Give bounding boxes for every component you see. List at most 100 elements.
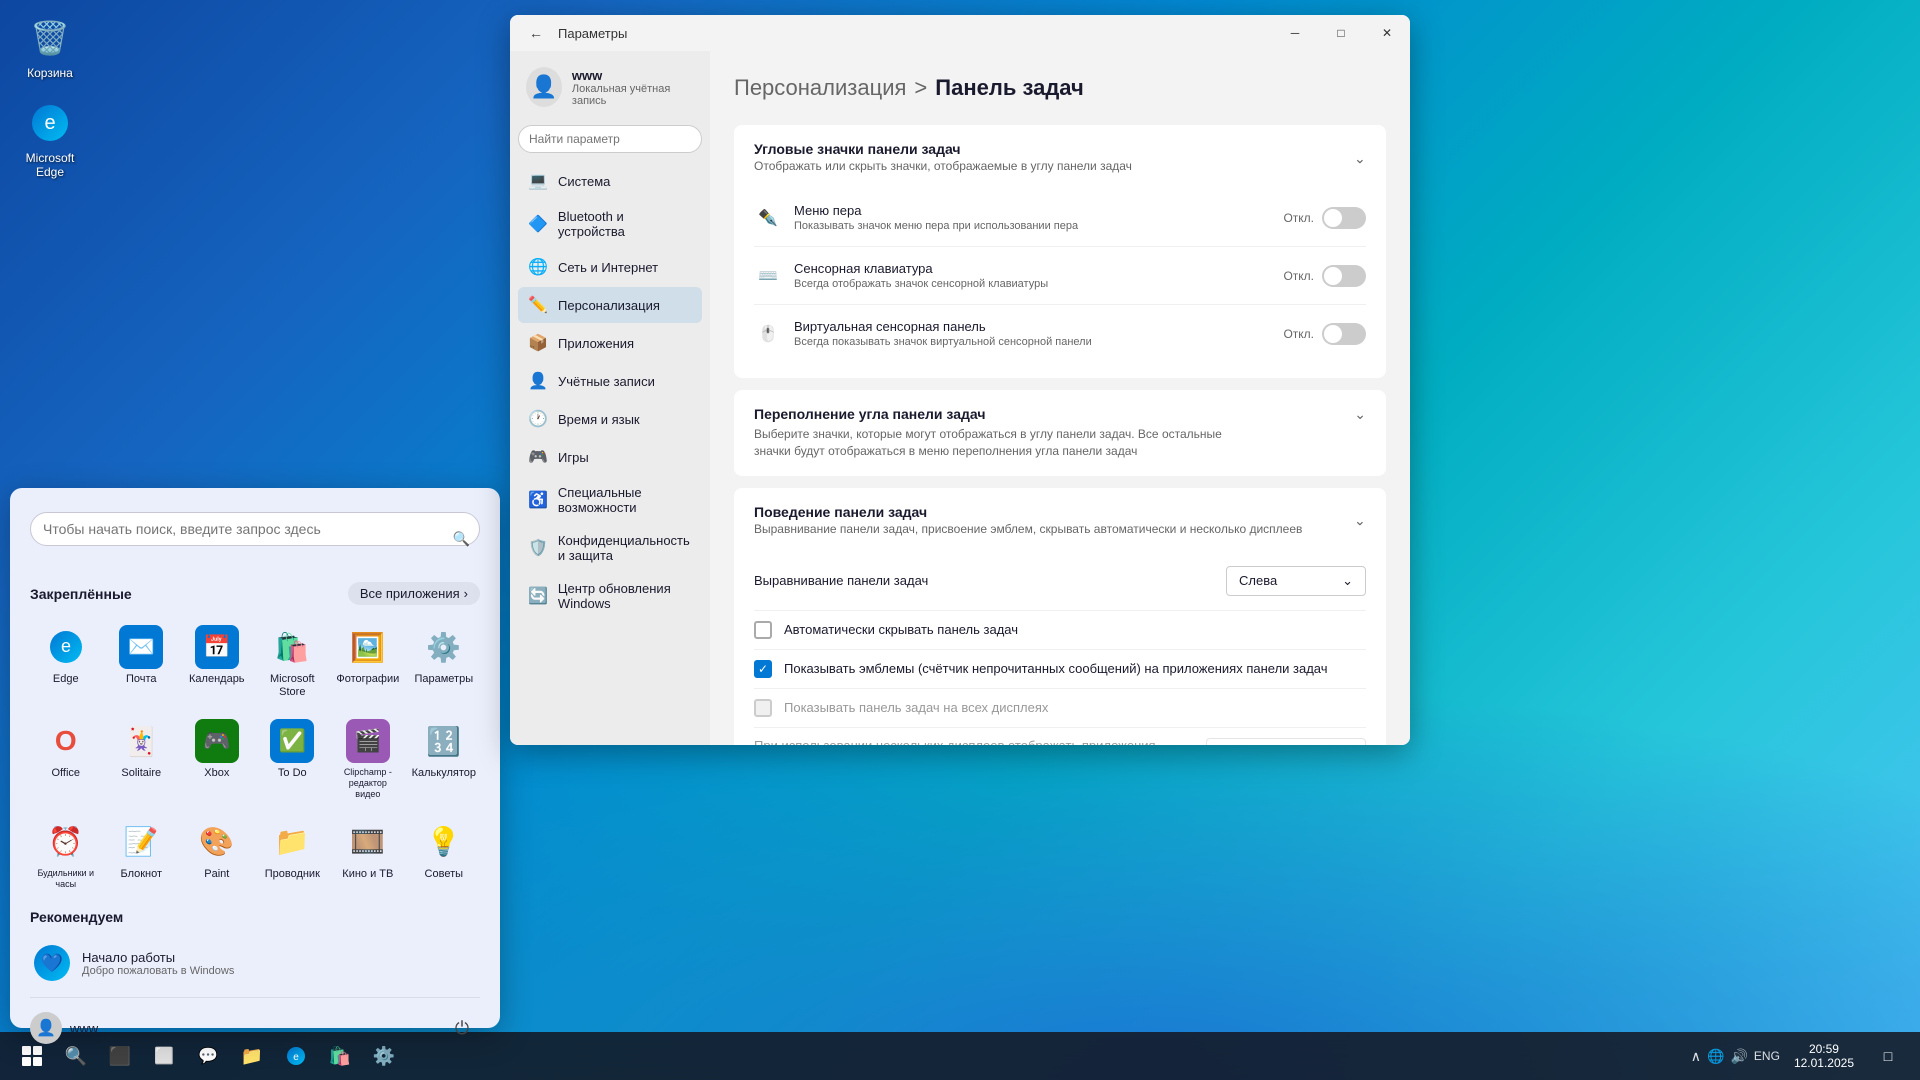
all-apps-button[interactable]: Все приложения › <box>348 582 480 605</box>
overflow-subtitle: Выберите значки, которые могут отображат… <box>754 426 1254 460</box>
maximize-button[interactable]: □ <box>1318 15 1364 51</box>
breadcrumb-current: Панель задач <box>935 75 1084 101</box>
desktop-icon-recycle[interactable]: 🗑️ Корзина <box>10 10 90 84</box>
notification-button[interactable]: □ <box>1868 1036 1908 1076</box>
app-item-calendar[interactable]: 📅 Календарь <box>181 617 253 707</box>
auto-hide-label: Автоматически скрывать панель задач <box>784 622 1366 637</box>
sidebar-user-role: Локальная учётная запись <box>572 83 694 107</box>
app-item-calc[interactable]: 🔢 Калькулятор <box>408 711 480 807</box>
sidebar-search-input[interactable] <box>518 125 702 153</box>
taskbar-clock[interactable]: 20:59 12.01.2025 <box>1788 1040 1860 1072</box>
nav-item-apps[interactable]: 📦 Приложения <box>518 325 702 361</box>
corner-icons-section: Угловые значки панели задач Отображать и… <box>734 125 1386 378</box>
setting-row-keyboard: ⌨️ Сенсорная клавиатура Всегда отображат… <box>754 247 1366 305</box>
app-name-edge: Edge <box>53 673 79 686</box>
app-item-explorer[interactable]: 📁 Проводник <box>257 812 329 898</box>
nav-item-privacy[interactable]: 🛡️ Конфиденциальность и защита <box>518 525 702 571</box>
touchpad-toggle[interactable] <box>1322 323 1366 345</box>
all-apps-label: Все приложения <box>360 586 460 601</box>
nav-item-accessibility[interactable]: ♿ Специальные возможности <box>518 477 702 523</box>
tray-network-icon[interactable]: 🌐 <box>1707 1048 1724 1065</box>
app-item-clock[interactable]: ⏰ Будильники и часы <box>30 812 102 898</box>
touchpad-sublabel: Всегда показывать значок виртуальной сен… <box>794 336 1283 348</box>
app-icon-store: 🛍️ <box>270 625 314 669</box>
app-item-store[interactable]: 🛍️ Microsoft Store <box>257 617 329 707</box>
nav-item-network[interactable]: 🌐 Сеть и Интернет <box>518 249 702 285</box>
touchpad-label: Виртуальная сенсорная панель <box>794 319 1283 334</box>
nav-item-time[interactable]: 🕐 Время и язык <box>518 401 702 437</box>
alignment-dropdown[interactable]: Слева ⌄ <box>1226 566 1366 596</box>
app-item-photos[interactable]: 🖼️ Фотографии <box>332 617 404 707</box>
alignment-value: Слева <box>1239 573 1277 588</box>
app-item-edge[interactable]: e Edge <box>30 617 102 707</box>
app-name-xbox: Xbox <box>204 767 229 780</box>
pen-sublabel: Показывать значок меню пера при использо… <box>794 220 1283 232</box>
nav-item-updates[interactable]: 🔄 Центр обновления Windows <box>518 573 702 619</box>
nav-item-personalization[interactable]: ✏️ Персонализация <box>518 287 702 323</box>
search-icon-sm: 🔍 <box>453 531 470 548</box>
minimize-button[interactable]: ─ <box>1272 15 1318 51</box>
user-profile[interactable]: 👤 www Локальная учётная запись <box>518 59 702 115</box>
close-button[interactable]: ✕ <box>1364 15 1410 51</box>
app-item-tips[interactable]: 💡 Советы <box>408 812 480 898</box>
privacy-icon: 🛡️ <box>528 538 548 558</box>
corner-icons-header[interactable]: Угловые значки панели задач Отображать и… <box>734 125 1386 189</box>
personalization-icon: ✏️ <box>528 295 548 315</box>
all-displays-row: Показывать панель задач на всех дисплеях <box>754 689 1366 728</box>
behavior-info: Поведение панели задач Выравнивание пане… <box>754 504 1302 536</box>
back-button[interactable]: ← <box>522 19 550 47</box>
pen-info: Меню пера Показывать значок меню пера пр… <box>794 203 1283 232</box>
power-button[interactable]: ⏻ <box>444 1010 480 1046</box>
app-item-todo[interactable]: ✅ To Do <box>257 711 329 807</box>
tray-volume-icon[interactable]: 🔊 <box>1730 1048 1747 1065</box>
app-item-settings[interactable]: ⚙️ Параметры <box>408 617 480 707</box>
app-name-calendar: Календарь <box>189 673 245 686</box>
app-name-notepad: Блокнот <box>120 868 162 881</box>
tray-up-icon[interactable]: ∧ <box>1691 1048 1701 1065</box>
badges-checkbox[interactable]: ✓ <box>754 660 772 678</box>
app-item-xbox[interactable]: 🎮 Xbox <box>181 711 253 807</box>
desktop-icon-edge[interactable]: e Microsoft Edge <box>10 95 90 183</box>
system-icon: 💻 <box>528 171 548 191</box>
app-item-paint[interactable]: 🎨 Paint <box>181 812 253 898</box>
setting-row-pen-inner: ✒️ Меню пера Показывать значок меню пера… <box>754 203 1283 232</box>
auto-hide-row: Автоматически скрывать панель задач <box>754 611 1366 650</box>
nav-item-bluetooth[interactable]: 🔷 Bluetooth и устройства <box>518 201 702 247</box>
app-item-notepad[interactable]: 📝 Блокнот <box>106 812 178 898</box>
rec-title-getstarted: Начало работы <box>82 950 234 965</box>
start-search-wrap[interactable]: 🔍 <box>30 512 480 566</box>
behavior-subtitle: Выравнивание панели задач, присвоение эм… <box>754 522 1302 536</box>
app-icon-edge: e <box>44 625 88 669</box>
pen-toggle[interactable] <box>1322 207 1366 229</box>
start-search-input[interactable] <box>30 512 480 546</box>
nav-item-gaming[interactable]: 🎮 Игры <box>518 439 702 475</box>
app-icon-todo: ✅ <box>270 719 314 763</box>
dropdown-chevron-icon: ⌄ <box>1342 573 1353 589</box>
rec-icon-getstarted: 💙 <box>34 945 70 981</box>
settings-sidebar: 👤 www Локальная учётная запись 💻 Система… <box>510 51 710 745</box>
behavior-header[interactable]: Поведение панели задач Выравнивание пане… <box>734 488 1386 552</box>
app-icon-movies: 🎞️ <box>346 820 390 864</box>
network-icon: 🌐 <box>528 257 548 277</box>
user-avatar-sm: 👤 <box>30 1012 62 1044</box>
user-info[interactable]: 👤 www <box>30 1012 98 1044</box>
app-item-solitaire[interactable]: 🃏 Solitaire <box>106 711 178 807</box>
app-item-movies[interactable]: 🎞️ Кино и ТВ <box>332 812 404 898</box>
auto-hide-checkbox[interactable] <box>754 621 772 639</box>
overflow-header[interactable]: Переполнение угла панели задач Выберите … <box>734 390 1386 476</box>
keyboard-toggle[interactable] <box>1322 265 1366 287</box>
pen-toggle-wrap: Откл. <box>1283 207 1366 229</box>
settings-body: 👤 www Локальная учётная запись 💻 Система… <box>510 51 1410 745</box>
app-icon-photos: 🖼️ <box>346 625 390 669</box>
nav-label-accessibility: Специальные возможности <box>558 485 692 515</box>
all-displays-checkbox[interactable] <box>754 699 772 717</box>
app-item-office[interactable]: O Office <box>30 711 102 807</box>
nav-item-accounts[interactable]: 👤 Учётные записи <box>518 363 702 399</box>
nav-item-system[interactable]: 💻 Система <box>518 163 702 199</box>
breadcrumb-separator: > <box>914 75 927 101</box>
badges-label: Показывать эмблемы (счётчик непрочитанны… <box>784 661 1366 676</box>
badges-row: ✓ Показывать эмблемы (счётчик непрочитан… <box>754 650 1366 689</box>
app-item-clipchamp[interactable]: 🎬 Clipchamp - редактор видео <box>332 711 404 807</box>
rec-item-getstarted[interactable]: 💙 Начало работы Добро пожаловать в Windo… <box>30 937 480 989</box>
app-item-mail[interactable]: ✉️ Почта <box>106 617 178 707</box>
